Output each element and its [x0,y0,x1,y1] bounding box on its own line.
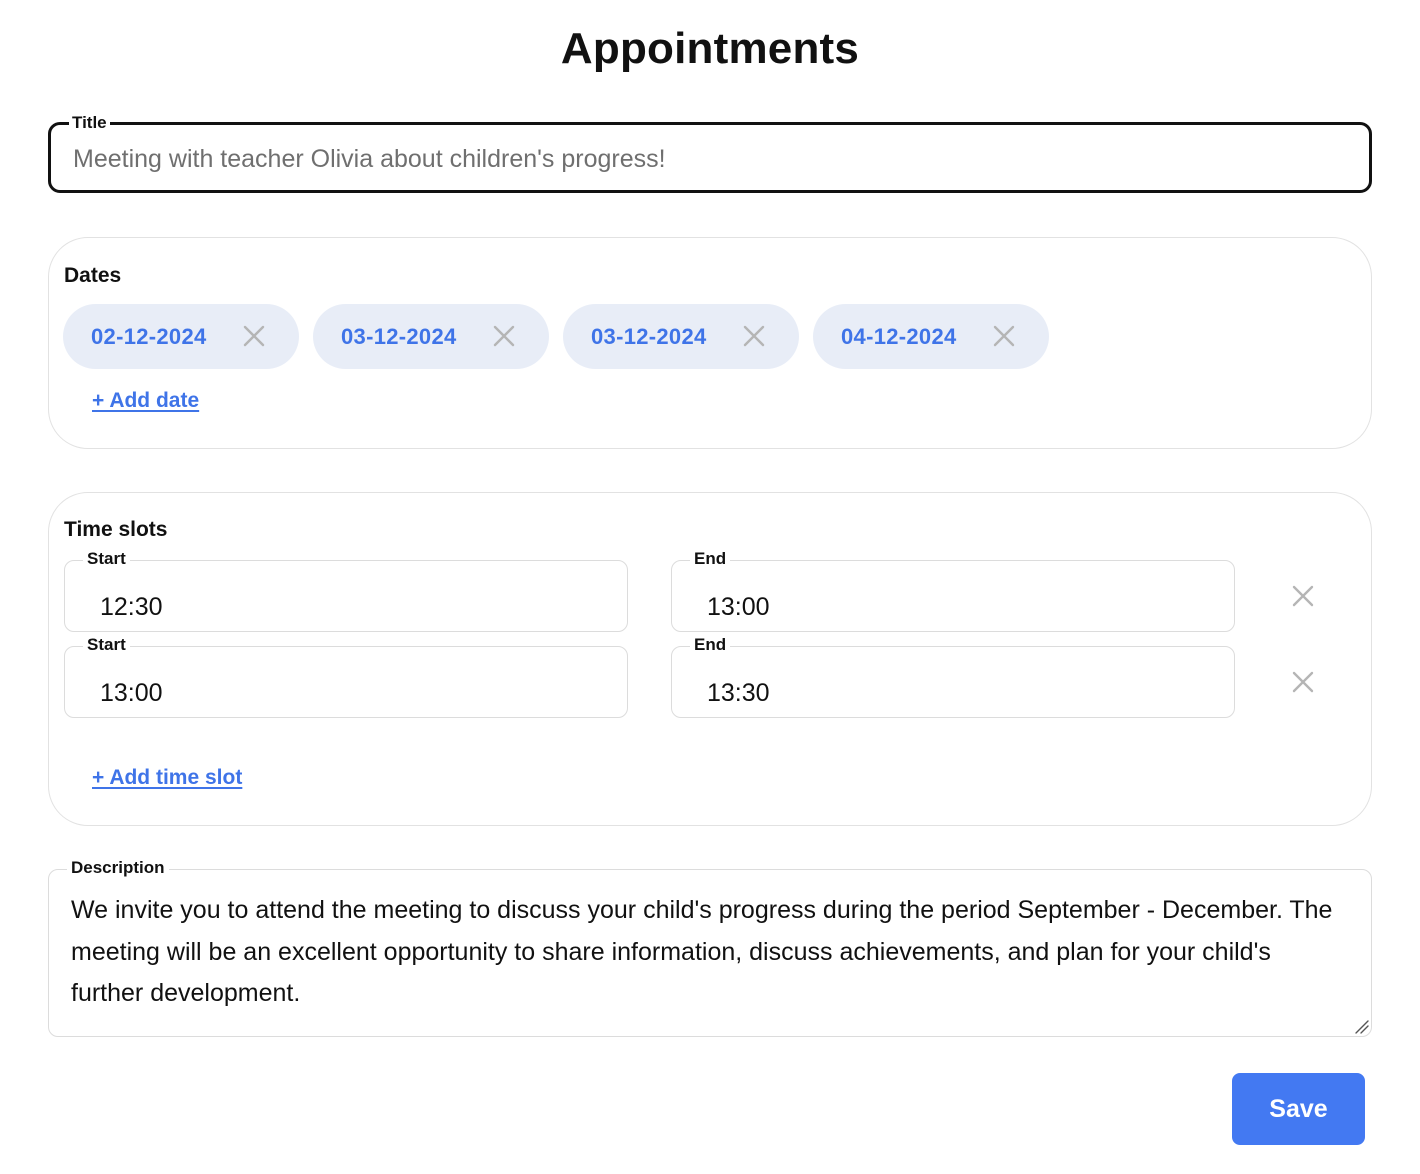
close-icon[interactable] [991,323,1017,349]
end-time-label: End [690,635,731,655]
start-time-value[interactable]: 13:00 [100,679,163,708]
add-time-slot-link[interactable]: + Add time slot [92,766,242,790]
date-chip-label: 04-12-2024 [841,323,957,349]
date-chip-label: 02-12-2024 [91,323,207,349]
close-icon[interactable] [1290,583,1316,609]
date-chip-label: 03-12-2024 [341,323,457,349]
date-chip[interactable]: 03-12-2024 [313,304,549,369]
time-slots-section: Time slots Start 12:30 End 13:00 Start 1… [48,492,1372,826]
end-time-label: End [690,549,731,569]
end-time-field[interactable]: End 13:00 [671,549,1235,632]
page-title: Appointments [560,24,860,73]
start-time-field[interactable]: Start 13:00 [64,635,628,718]
title-field[interactable]: Title [48,113,1372,193]
start-time-field[interactable]: Start 12:30 [64,549,628,632]
description-field[interactable]: Description We invite you to attend the … [48,858,1372,1037]
date-chip-label: 03-12-2024 [591,323,707,349]
time-slots-heading: Time slots [64,518,168,541]
start-time-label: Start [83,635,130,655]
close-icon[interactable] [1290,669,1316,695]
close-icon[interactable] [241,323,267,349]
date-chip[interactable]: 04-12-2024 [813,304,1049,369]
date-chip[interactable]: 03-12-2024 [563,304,799,369]
resize-handle-icon[interactable] [1353,1018,1369,1034]
close-icon[interactable] [491,323,517,349]
description-label: Description [67,858,169,878]
start-time-label: Start [83,549,130,569]
end-time-value[interactable]: 13:00 [707,593,770,622]
dates-heading: Dates [64,264,122,287]
title-input[interactable] [73,139,1343,179]
description-textarea[interactable]: We invite you to attend the meeting to d… [71,890,1341,1015]
dates-section: Dates 02-12-2024 03-12-2024 03-12-2024 0… [48,237,1372,449]
title-label: Title [69,113,110,133]
end-time-field[interactable]: End 13:30 [671,635,1235,718]
save-button[interactable]: Save [1232,1073,1365,1145]
date-chip-list: 02-12-2024 03-12-2024 03-12-2024 04-12-2… [63,304,1049,369]
add-date-link[interactable]: + Add date [92,389,199,413]
close-icon[interactable] [741,323,767,349]
start-time-value[interactable]: 12:30 [100,593,163,622]
date-chip[interactable]: 02-12-2024 [63,304,299,369]
end-time-value[interactable]: 13:30 [707,679,770,708]
